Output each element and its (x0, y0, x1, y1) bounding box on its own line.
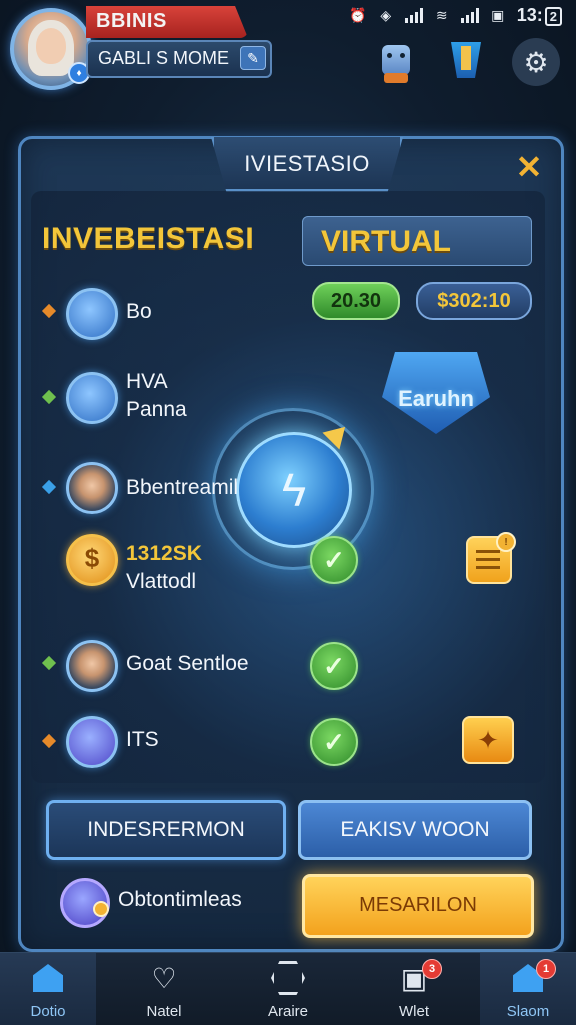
character-portrait-icon (66, 462, 118, 514)
nav-item-natel[interactable]: ♡ Natel (116, 953, 212, 1025)
signal-icon-2 (460, 7, 479, 23)
gem-icon (60, 878, 110, 928)
section-title-right-box[interactable]: VIRTUAL (302, 216, 532, 266)
nav-item-home[interactable]: Dotio (0, 953, 96, 1025)
nav-label: Natel (146, 1003, 182, 1020)
footer-label: Obtontimleas (118, 888, 242, 911)
cup-icon[interactable] (444, 38, 488, 82)
robot-icon[interactable] (374, 38, 418, 83)
battery-indicator: 2 (544, 6, 562, 26)
avatar[interactable]: ♦ (10, 8, 92, 90)
nav-label: Wlet (399, 1003, 429, 1020)
right-action-button[interactable]: EAKISV WOON (298, 800, 532, 860)
coin-icon (66, 534, 118, 586)
avatar-face (36, 28, 66, 64)
list-item[interactable]: HVA Panna (126, 368, 187, 424)
lightning-emblem-icon[interactable]: ϟ (236, 432, 352, 548)
gold-confirm-button[interactable]: MESARILON (302, 874, 534, 938)
blue-stat-value: $302:10 (437, 290, 511, 312)
green-stat-pill: 20.30 (312, 282, 400, 320)
puzzle-icon[interactable]: ✦ (462, 716, 514, 764)
signal-icon (404, 7, 423, 23)
notification-badge: 3 (422, 959, 442, 979)
notification-badge: ! (496, 532, 516, 552)
settings-gear-icon[interactable]: ⚙ (512, 38, 560, 86)
list-item[interactable]: Goat Sentloe (126, 650, 249, 678)
nav-label: Dotio (30, 1003, 66, 1020)
player-banner: BBINIS (86, 6, 248, 38)
section-title-left: INVEBEISTASI (42, 222, 255, 255)
heart-location-icon: ♡ (151, 962, 177, 994)
rocket-icon (66, 716, 118, 768)
image-icon: ▣ (491, 6, 505, 23)
blue-stat-pill: $302:10 (416, 282, 532, 320)
player-subtitle-box: GABLI S MOME ✎ (86, 40, 272, 78)
wifi-icon: ≋ (435, 6, 448, 23)
list-item[interactable]: 1312SK Vlattodl (126, 540, 202, 596)
section-title-right: VIRTUAL (321, 225, 451, 258)
hexagon-icon (270, 961, 306, 995)
notification-badge: 1 (536, 959, 556, 979)
list-item[interactable]: Bbentreamil (126, 474, 238, 502)
character-portrait-icon (66, 640, 118, 692)
tool-icon (66, 288, 118, 340)
panel-title-tab: IVIESTASIO (211, 137, 403, 192)
battery-item-icon (66, 372, 118, 424)
edit-icon[interactable]: ✎ (240, 46, 266, 70)
notes-icon[interactable]: ! (466, 532, 516, 584)
nav-item-slaom[interactable]: 1 Slaom (480, 953, 576, 1025)
nav-item-wlet[interactable]: ▣ 3 Wlet (366, 953, 462, 1025)
player-subtitle: GABLI S MOME (98, 48, 230, 68)
nav-item-araire[interactable]: Araire (240, 953, 336, 1025)
clock: 13: 2 (517, 5, 562, 26)
green-stat-value: 20.30 (330, 290, 382, 312)
list-item[interactable]: ITS (126, 726, 159, 754)
house-icon (30, 961, 66, 995)
check-icon[interactable]: ✓ (310, 536, 358, 584)
panel-title: IVIESTASIO (244, 151, 370, 176)
left-action-button[interactable]: INDESRERMON (46, 800, 286, 860)
player-name: BBINIS (96, 10, 167, 32)
bottom-nav: Dotio ♡ Natel Araire ▣ 3 Wlet 1 Slaom (0, 952, 576, 1025)
close-icon[interactable]: ✕ (511, 149, 547, 185)
nav-label: Slaom (506, 1003, 550, 1020)
check-icon[interactable]: ✓ (310, 642, 358, 690)
alarm-icon: ⏰ (349, 6, 367, 23)
status-bar: ⏰ ◈ ≋ ▣ 13: 2 (262, 0, 576, 30)
nav-label: Araire (267, 1003, 308, 1020)
list-item[interactable]: Bo (126, 298, 152, 326)
crystal-label: Earuhn (398, 386, 474, 411)
check-icon[interactable]: ✓ (310, 718, 358, 766)
data-saver-icon: ◈ (380, 6, 392, 23)
